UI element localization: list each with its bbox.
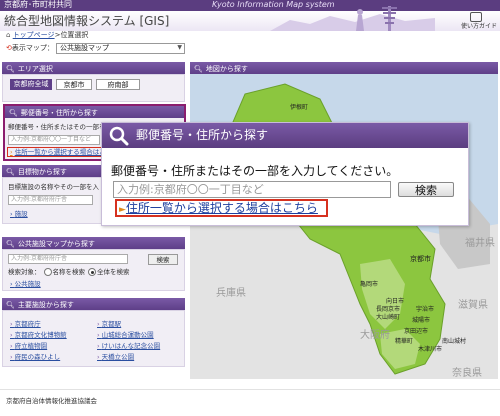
facility-link-prefectural-office[interactable]: 京都府庁	[10, 318, 41, 328]
breadcrumb-home-link[interactable]: トップページ	[13, 31, 55, 39]
public-search-button[interactable]: 検索	[148, 254, 178, 265]
home-icon: ⌂	[6, 31, 11, 39]
header-scenery-illustration	[270, 6, 435, 31]
arrow-icon: ›	[10, 148, 13, 156]
breadcrumb: ⌂ トップページ>位置選択	[6, 32, 88, 39]
map-label-shiga: 滋賀県	[458, 300, 488, 311]
map-label-joyo: 城陽市	[412, 317, 431, 324]
search-icon: 🔍︎	[194, 65, 203, 73]
map-label-kyoto-city: 京都市	[410, 255, 431, 263]
map-label-oyamazaki: 大山崎町	[376, 314, 401, 321]
map-label-seika: 精華町	[395, 338, 414, 345]
search-icon: 🔍︎	[6, 240, 15, 248]
main-facilities-header: 🔍︎ 主要施設から探す	[2, 298, 185, 310]
footer-divider	[0, 389, 500, 390]
map-select-label: ⟲表示マップ：	[6, 44, 54, 52]
facility-link[interactable]: › 施設	[10, 211, 28, 218]
search-icon	[109, 126, 129, 146]
map-panel-header: 🔍︎ 地図から探す	[190, 62, 498, 74]
map-label-ine: 伊根町	[290, 104, 309, 111]
guide-label: 使い方ガイド	[461, 23, 498, 30]
zoom-callout-title: 郵便番号・住所から探す	[136, 128, 269, 142]
facility-link-botanical-garden[interactable]: 府立植物園	[10, 340, 48, 350]
map-label-fukui: 福井県	[465, 238, 495, 249]
map-label-minamiyamashiro: 南山城村	[442, 338, 467, 345]
facility-link-hiyoshi-forest[interactable]: 府民の森ひよし	[10, 351, 61, 361]
book-icon	[470, 12, 482, 22]
breadcrumb-current: 位置選択	[60, 31, 89, 39]
area-panel-header: 🔍︎ エリア選択	[2, 62, 185, 74]
header-organization: 京都府･市町村共同	[4, 0, 72, 9]
map-canvas[interactable]	[190, 74, 498, 379]
map-label-osaka: 大阪府	[360, 330, 390, 341]
search-icon: 🔍︎	[6, 301, 15, 309]
facility-link-kyoto-station[interactable]: 京都駅	[97, 318, 122, 328]
public-facility-link[interactable]: › 公共施設	[10, 281, 41, 288]
map-label-kyotanabe: 京田辺市	[404, 328, 429, 335]
facility-link-keihanna-park[interactable]: けいはんな記念公園	[97, 340, 161, 350]
radio-all[interactable]	[88, 268, 96, 276]
postal-description: 郵便番号・住所またはその一部を	[8, 123, 106, 131]
postal-panel-header: 🔍︎ 郵便番号・住所から探す	[5, 106, 184, 118]
zoom-search-button[interactable]: 検索	[398, 182, 454, 197]
search-icon: 🔍︎	[6, 65, 15, 73]
area-button-kyoto-pref[interactable]: 京都府全域	[10, 79, 52, 90]
map-select-dropdown[interactable]: 公共施設マップ ▼	[56, 43, 185, 54]
map-label-hyogo: 兵庫県	[216, 288, 246, 299]
area-button-kyoto-city[interactable]: 京都市	[56, 79, 92, 90]
map-label-kizugawa: 木津川市	[418, 346, 443, 353]
zoom-callout-description: 郵便番号・住所またはその一部を入力してください。	[111, 164, 399, 178]
app-title: 統合型地図情報システム [GIS]	[4, 14, 170, 28]
postal-search-input[interactable]: 入力例:京都府〇〇一丁目など	[8, 135, 100, 145]
address-list-link[interactable]: › 住所一覧から選択する場合はこちら	[7, 147, 119, 157]
facility-link-yamashiro-park[interactable]: 山城総合運動公園	[97, 329, 154, 339]
facility-link-amanohashidate[interactable]: 天橋立公園	[97, 351, 135, 361]
public-panel-header: 🔍︎ 公共施設マップから探す	[2, 237, 185, 249]
search-icon: 🔍︎	[6, 168, 15, 176]
facility-description: 目標施設の名称やその一部を入	[8, 183, 99, 191]
search-target: 検索対象： 名称を検索 全体を検索	[8, 268, 130, 276]
footer-text: 京都府自治体情報化推進協議会	[6, 397, 97, 405]
chevron-down-icon: ▼	[177, 44, 182, 51]
area-button-south[interactable]: 府南部	[96, 79, 140, 90]
map-label-nara: 奈良県	[452, 368, 482, 379]
radio-name[interactable]	[43, 268, 52, 276]
arrow-icon: ►	[119, 205, 126, 215]
map-label-kameoka: 亀岡市	[360, 281, 379, 288]
facility-link-museum[interactable]: 京都府文化博物館	[10, 329, 67, 339]
search-icon: 🔍︎	[9, 109, 18, 117]
map-label-uji: 宇治市	[416, 306, 435, 313]
map-view[interactable]: 兵庫県 大阪府 滋賀県 奈良県 福井県 伊根町 京都市 亀岡市 向日市 長岡京市…	[190, 74, 498, 379]
zoom-address-input[interactable]: 入力例:京都府〇〇一丁目など	[113, 181, 391, 198]
public-search-input[interactable]: 入力例:京都府府庁舎	[8, 254, 128, 264]
facility-search-input[interactable]: 入力例:京都府府庁舎	[8, 195, 93, 205]
zoom-address-list-link[interactable]: ►住所一覧から選択する場合はこちら	[115, 199, 328, 217]
